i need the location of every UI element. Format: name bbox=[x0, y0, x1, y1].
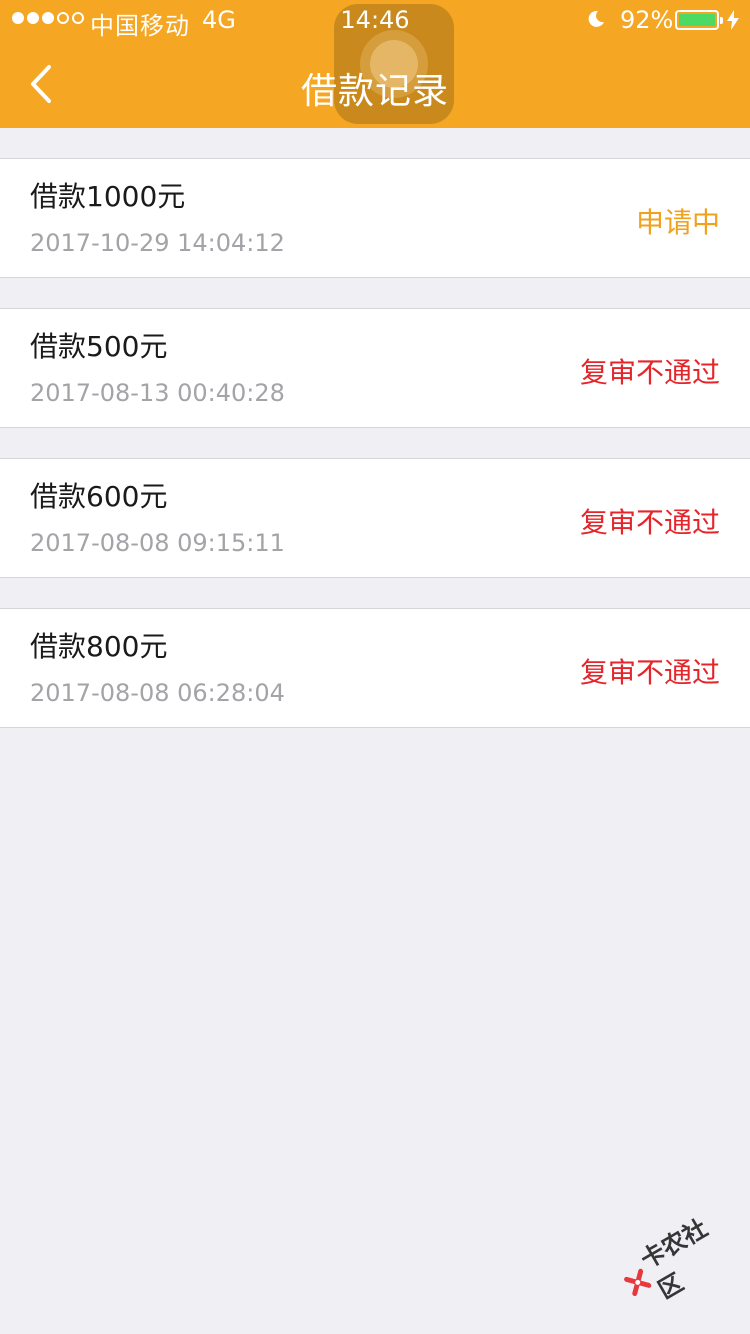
loan-amount-title: 借款1000元 bbox=[30, 180, 186, 213]
loan-amount-title: 借款600元 bbox=[30, 480, 168, 513]
loan-record-row[interactable]: 借款800元 2017-08-08 06:28:04 复审不通过 bbox=[0, 608, 750, 728]
loan-amount-title: 借款500元 bbox=[30, 330, 168, 363]
loan-status-label: 复审不通过 bbox=[579, 356, 720, 389]
loan-timestamp: 2017-08-08 06:28:04 bbox=[30, 679, 285, 707]
loan-timestamp: 2017-08-08 09:15:11 bbox=[30, 529, 285, 557]
header: 中国移动 4G 14:46 92% 借款记录 bbox=[0, 0, 750, 128]
loan-amount-title: 借款800元 bbox=[30, 630, 168, 663]
loan-record-list: 借款1000元 2017-10-29 14:04:12 申请中 借款500元 2… bbox=[0, 158, 750, 758]
loan-status-label: 复审不通过 bbox=[579, 506, 720, 539]
status-time: 14:46 bbox=[340, 6, 410, 34]
watermark: 卡农社区 bbox=[611, 1205, 736, 1318]
loan-timestamp: 2017-08-13 00:40:28 bbox=[30, 379, 285, 407]
loan-record-row[interactable]: 借款600元 2017-08-08 09:15:11 复审不通过 bbox=[0, 458, 750, 578]
page-title: 借款记录 bbox=[300, 71, 449, 112]
loan-record-row[interactable]: 借款500元 2017-08-13 00:40:28 复审不通过 bbox=[0, 308, 750, 428]
loan-record-row[interactable]: 借款1000元 2017-10-29 14:04:12 申请中 bbox=[0, 158, 750, 278]
loan-status-label: 复审不通过 bbox=[579, 656, 720, 689]
loan-status-label: 申请中 bbox=[635, 206, 720, 239]
loan-timestamp: 2017-10-29 14:04:12 bbox=[30, 229, 285, 257]
